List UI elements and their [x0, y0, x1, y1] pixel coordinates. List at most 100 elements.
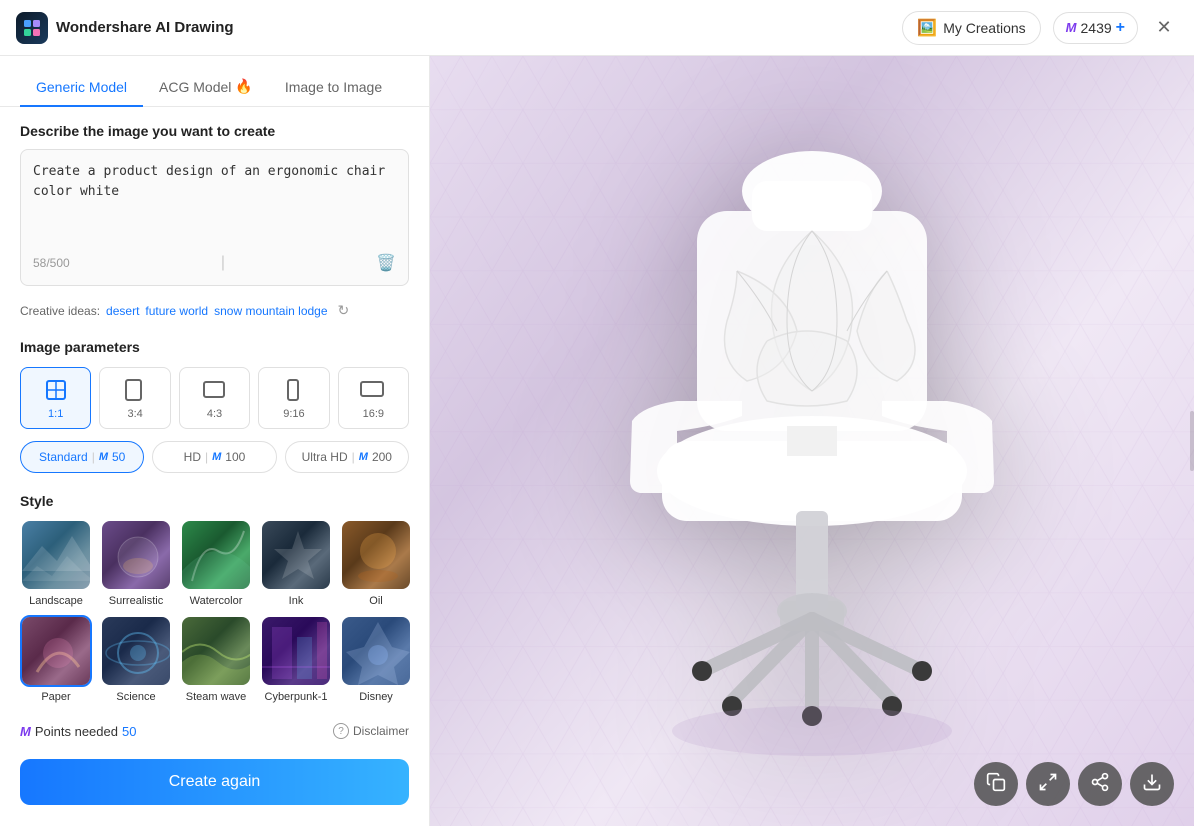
prompt-input[interactable]: Create a product design of an ergonomic … — [33, 162, 396, 240]
tab-generic-model[interactable]: Generic Model — [20, 68, 143, 107]
idea-tag-future-world[interactable]: future world — [145, 304, 208, 318]
quality-hd-label: HD — [184, 450, 201, 464]
image-parameters-title: Image parameters — [20, 339, 409, 355]
footer-row: M Points needed 50 ? Disclaimer — [0, 713, 429, 749]
quality-hd-button[interactable]: HD | M 100 — [152, 441, 276, 473]
credits-icon: M — [1066, 20, 1077, 35]
style-cyberpunk[interactable]: Cyberpunk-1 — [260, 615, 332, 703]
ratio-16-9-icon — [359, 376, 387, 404]
quality-ultrahd-button[interactable]: Ultra HD | M 200 — [285, 441, 409, 473]
tab-image-to-image[interactable]: Image to Image — [269, 68, 398, 107]
quality-standard-label: Standard — [39, 450, 88, 464]
quality-standard-m-icon: M — [99, 451, 108, 463]
idea-tag-snow-mountain[interactable]: snow mountain lodge — [214, 304, 327, 318]
ratio-3-4-button[interactable]: 3:4 — [99, 367, 170, 429]
tab-acg-model[interactable]: ACG Model 🔥 — [143, 68, 269, 107]
disclaimer-label: Disclaimer — [353, 724, 409, 738]
style-oil[interactable]: Oil — [340, 519, 412, 607]
style-watercolor[interactable]: Watercolor — [180, 519, 252, 607]
style-watercolor-label: Watercolor — [190, 595, 243, 607]
create-again-label: Create again — [169, 773, 261, 790]
quality-hd-m-icon: M — [212, 451, 221, 463]
close-icon: ✕ — [1156, 17, 1171, 38]
right-panel — [430, 56, 1194, 826]
style-oil-thumb — [340, 519, 412, 591]
idea-tag-desert[interactable]: desert — [106, 304, 139, 318]
style-title: Style — [20, 493, 409, 509]
create-button-container: Create again — [0, 749, 429, 825]
tab-bar: Generic Model ACG Model 🔥 Image to Image — [0, 56, 429, 107]
ratio-1-1-button[interactable]: 1:1 — [20, 367, 91, 429]
my-creations-label: My Creations — [943, 20, 1025, 36]
scroll-indicator — [1190, 411, 1194, 471]
refresh-ideas-button[interactable]: ↻ — [338, 302, 350, 319]
quality-standard-button[interactable]: Standard | M 50 — [20, 441, 144, 473]
clear-prompt-button[interactable]: 🗑️ — [376, 253, 396, 273]
my-creations-button[interactable]: 🖼️ My Creations — [902, 11, 1040, 45]
disclaimer-icon: ? — [333, 723, 349, 739]
quality-hd-coins: 100 — [225, 450, 245, 464]
download-icon — [1142, 772, 1162, 797]
app-logo — [16, 12, 48, 44]
style-surrealistic-label: Surrealistic — [109, 595, 163, 607]
style-ink[interactable]: Ink — [260, 519, 332, 607]
style-surrealistic[interactable]: Surrealistic — [100, 519, 172, 607]
ratio-9-16-button[interactable]: 9:16 — [258, 367, 329, 429]
aspect-ratio-grid: 1:1 3:4 4:3 — [20, 367, 409, 429]
my-creations-icon: 🖼️ — [917, 18, 937, 38]
points-label-text: Points needed — [35, 724, 118, 739]
app-title: Wondershare AI Drawing — [56, 19, 234, 36]
title-bar-right: 🖼️ My Creations M 2439 + ✕ — [902, 11, 1178, 45]
divider: | — [221, 254, 225, 272]
download-action-button[interactable] — [1130, 762, 1174, 806]
disclaimer-button[interactable]: ? Disclaimer — [333, 723, 409, 739]
style-steam-wave-label: Steam wave — [186, 691, 247, 703]
copy-action-button[interactable] — [974, 762, 1018, 806]
style-cyberpunk-label: Cyberpunk-1 — [265, 691, 328, 703]
chair-image — [522, 111, 1102, 771]
prompt-footer: 58/500 | 🗑️ — [33, 253, 396, 273]
char-count: 58/500 — [33, 256, 70, 270]
share-icon — [1090, 772, 1110, 797]
ratio-16-9-label: 16:9 — [363, 408, 384, 420]
share-action-button[interactable] — [1078, 762, 1122, 806]
creative-ideas-label: Creative ideas: — [20, 304, 100, 318]
quality-options: Standard | M 50 HD | M 100 Ultra HD | M … — [20, 441, 409, 473]
ratio-1-1-icon — [42, 376, 70, 404]
ratio-4-3-icon — [201, 376, 229, 404]
style-steam-wave-thumb — [180, 615, 252, 687]
prompt-box: Create a product design of an ergonomic … — [20, 149, 409, 286]
style-paper[interactable]: Paper — [20, 615, 92, 703]
acg-fire-icon: 🔥 — [235, 78, 252, 95]
style-section: Style Landscape — [0, 483, 429, 713]
quality-ultrahd-m-icon: M — [359, 451, 368, 463]
close-button[interactable]: ✕ — [1150, 14, 1178, 42]
prompt-section: Describe the image you want to create Cr… — [0, 107, 429, 302]
ratio-1-1-label: 1:1 — [48, 408, 63, 420]
style-paper-thumb — [20, 615, 92, 687]
style-landscape[interactable]: Landscape — [20, 519, 92, 607]
style-paper-label: Paper — [41, 691, 70, 703]
style-oil-label: Oil — [369, 595, 382, 607]
ratio-4-3-button[interactable]: 4:3 — [179, 367, 250, 429]
style-steam-wave[interactable]: Steam wave — [180, 615, 252, 703]
style-disney[interactable]: Disney — [340, 615, 412, 703]
style-grid: Landscape Surrealistic — [20, 519, 409, 703]
style-landscape-thumb — [20, 519, 92, 591]
credits-button[interactable]: M 2439 + — [1053, 12, 1138, 44]
ratio-3-4-label: 3:4 — [127, 408, 142, 420]
expand-action-button[interactable] — [1026, 762, 1070, 806]
style-science[interactable]: Science — [100, 615, 172, 703]
ratio-4-3-label: 4:3 — [207, 408, 222, 420]
ratio-16-9-button[interactable]: 16:9 — [338, 367, 409, 429]
style-cyberpunk-thumb — [260, 615, 332, 687]
points-needed: M Points needed 50 — [20, 724, 136, 739]
style-disney-label: Disney — [359, 691, 393, 703]
points-m-icon: M — [20, 724, 31, 739]
image-parameters-section: Image parameters 1:1 3:4 — [0, 329, 429, 483]
style-science-thumb — [100, 615, 172, 687]
quality-standard-coins: 50 — [112, 450, 125, 464]
prompt-section-label: Describe the image you want to create — [20, 123, 409, 139]
create-again-button[interactable]: Create again — [20, 759, 409, 805]
ratio-9-16-label: 9:16 — [283, 408, 304, 420]
